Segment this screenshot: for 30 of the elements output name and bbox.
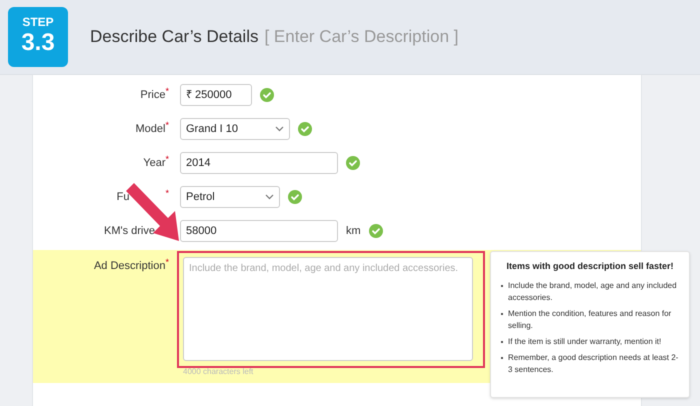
input-field[interactable]: ₹ 250000 [180, 84, 252, 106]
description-field[interactable]: Include the brand, model, age and any included accessories. [183, 257, 473, 361]
field-label: Model [136, 122, 166, 137]
tip-item: Include the brand, model, age and any included accessories. [508, 280, 678, 304]
unit-label: km [346, 224, 361, 239]
dropdown[interactable]: Grand I 10 [180, 118, 290, 140]
tip-item: If the item is still under warranty, mention it! [508, 336, 662, 348]
required-mark: * [165, 188, 169, 198]
input-field[interactable]: 2014 [180, 152, 338, 174]
chevron-icon [265, 194, 274, 200]
chevron-icon [275, 126, 284, 132]
required-mark: * [165, 120, 169, 130]
field-label: Price [140, 88, 166, 103]
required-mark: * [165, 154, 169, 164]
field-label: Fu [116, 190, 130, 205]
character-counter: 4000 characters left [182, 368, 254, 376]
field-label: Ad Description [94, 259, 166, 274]
field-label: Year [143, 156, 166, 171]
dropdown[interactable]: Petrol [180, 186, 280, 208]
tip-title: Items with good description sell faster! [505, 260, 675, 273]
page-title: Describe Car’s Details [90, 26, 258, 48]
required-mark: * [165, 258, 169, 267]
field-label: KM's drive [104, 224, 155, 239]
tip-item: Mention the condition, features and reason for selling. [508, 308, 672, 332]
page-subtitle: [ Enter Car’s Description ] [264, 26, 458, 48]
tip-item: Remember, a good description needs at least 2-3 sentences. [508, 352, 679, 376]
step-label: STEP [22, 16, 54, 28]
step-number: 3.3 [21, 28, 55, 58]
required-mark: * [165, 86, 169, 96]
input-field[interactable]: 58000 [180, 220, 338, 242]
